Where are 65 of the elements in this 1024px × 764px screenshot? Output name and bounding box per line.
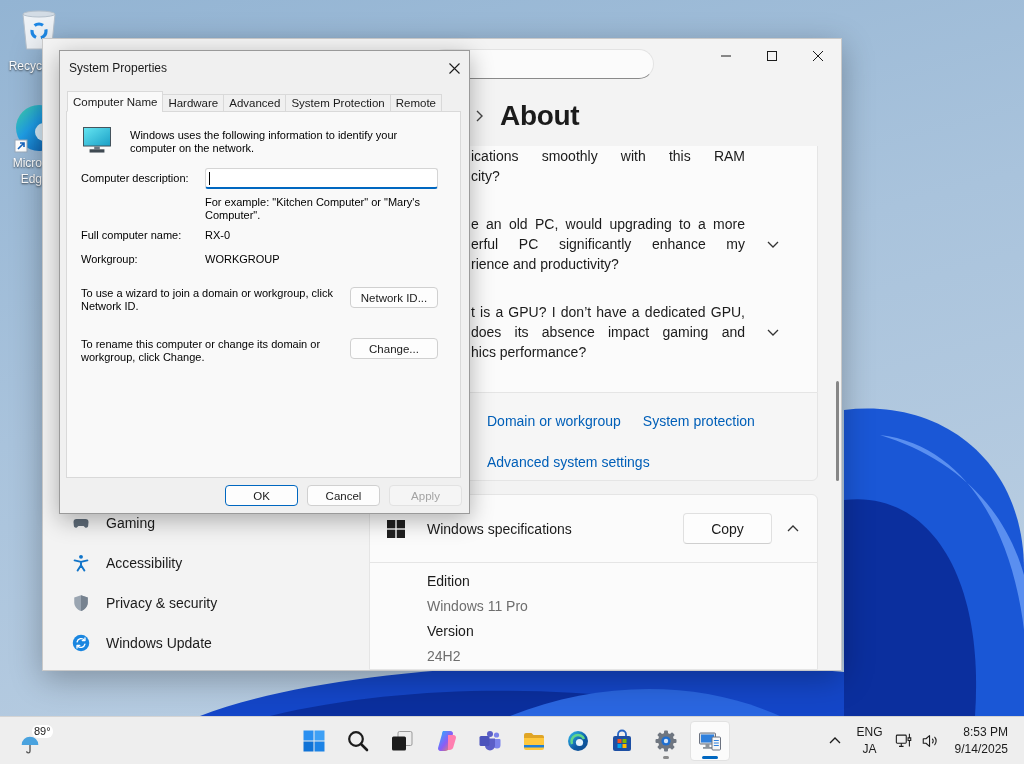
- nav-item[interactable]: Accessibility: [51, 543, 361, 583]
- info-label: Full computer name:: [81, 229, 183, 242]
- close-icon: [448, 62, 460, 74]
- desktop-icon-label: Recyc: [8, 58, 42, 74]
- section-title: Windows specifications: [427, 520, 572, 537]
- dialog-button[interactable]: Cancel: [307, 485, 380, 506]
- monitor-icon: [83, 127, 111, 153]
- overlapping-squares-icon: [390, 728, 414, 753]
- nav-item[interactable]: Gaming: [51, 503, 361, 543]
- weather-widget[interactable]: 89°: [14, 720, 54, 761]
- umbrella-icon: [20, 734, 40, 755]
- accessibility-icon: [72, 554, 90, 572]
- nav-item[interactable]: Privacy & security: [51, 583, 361, 623]
- tab[interactable]: System Protection: [285, 94, 391, 112]
- taskbar-app-button[interactable]: [690, 720, 730, 761]
- temperature-badge: 89°: [32, 724, 53, 738]
- faq-question: e an old PC, would upgrading to a more erful PC significantly enhance my rience and productivity?: [471, 215, 745, 274]
- info-value: WORKGROUP: [205, 253, 281, 266]
- shopping-bag-icon: [610, 728, 634, 753]
- windows-logo-icon: [387, 519, 405, 538]
- swirl-logo-shortcut-icon[interactable]: [14, 104, 42, 153]
- instruction-text: To rename this computer or change its domain or workgroup, click Change.: [81, 338, 322, 364]
- tab[interactable]: Computer Name: [67, 91, 164, 112]
- instruction-text: To use a wizard to join a domain or workgroup, click Network ID.: [81, 287, 334, 313]
- faq-question: ications smoothly with this RAM city?: [471, 147, 745, 186]
- hint-text: For example: "Kitchen Computer" or "Mary's Computer".: [205, 196, 421, 222]
- chevron-up-icon: [828, 737, 841, 744]
- tab[interactable]: Hardware: [162, 94, 225, 112]
- field-label: Computer description:: [81, 172, 190, 185]
- input-field[interactable]: [205, 168, 438, 189]
- minimize-icon: [721, 55, 731, 57]
- wired-network-icon: [894, 731, 913, 750]
- info-value: RX-0: [205, 229, 232, 242]
- search-icon: [346, 728, 370, 753]
- tab[interactable]: Remote: [389, 94, 442, 112]
- input-language-button[interactable]: ENG JA: [850, 720, 889, 761]
- maximize-icon: [767, 51, 777, 61]
- scrollbar-thumb[interactable]: [836, 381, 839, 481]
- intro-text: Windows uses the following information to identify your computer on the network.: [130, 129, 399, 155]
- dialog-button[interactable]: OK: [225, 485, 298, 506]
- chevron-right-icon: [476, 109, 483, 122]
- sync-arrows-icon: [72, 634, 90, 652]
- windows-logo-icon: [302, 728, 326, 753]
- clock-button[interactable]: 8:53 PM 9/14/2025: [948, 720, 1014, 761]
- dialog-title: System Properties: [69, 61, 168, 75]
- spec-value: 24H2: [427, 647, 462, 666]
- settings-icon: [654, 728, 678, 753]
- desktop-icon-label: Micro Edg: [12, 155, 42, 187]
- shield-icon: [72, 594, 90, 612]
- related-link[interactable]: Advanced system settings: [487, 452, 650, 472]
- faq-question: t is a GPU? I don’t have a dedicated GPU, does its absence impact gaming and hics performance?: [471, 303, 745, 362]
- close-icon: [813, 51, 823, 61]
- info-label: Workgroup:: [81, 253, 139, 266]
- related-link[interactable]: Domain or workgroup: [487, 411, 621, 431]
- people-logo-icon: [478, 728, 502, 753]
- spec-value: Windows 11 Pro: [427, 597, 529, 616]
- nav-item[interactable]: Windows Update: [51, 623, 361, 663]
- swirl-logo-icon: [566, 728, 590, 753]
- related-link[interactable]: System protection: [642, 411, 755, 431]
- page-title: About: [500, 99, 580, 132]
- copy-button[interactable]: Copy: [683, 513, 772, 544]
- spec-label: Version: [427, 622, 475, 641]
- spec-label: Edition: [427, 572, 471, 591]
- action-button[interactable]: Change...: [350, 338, 438, 359]
- action-button[interactable]: Network ID...: [350, 287, 438, 308]
